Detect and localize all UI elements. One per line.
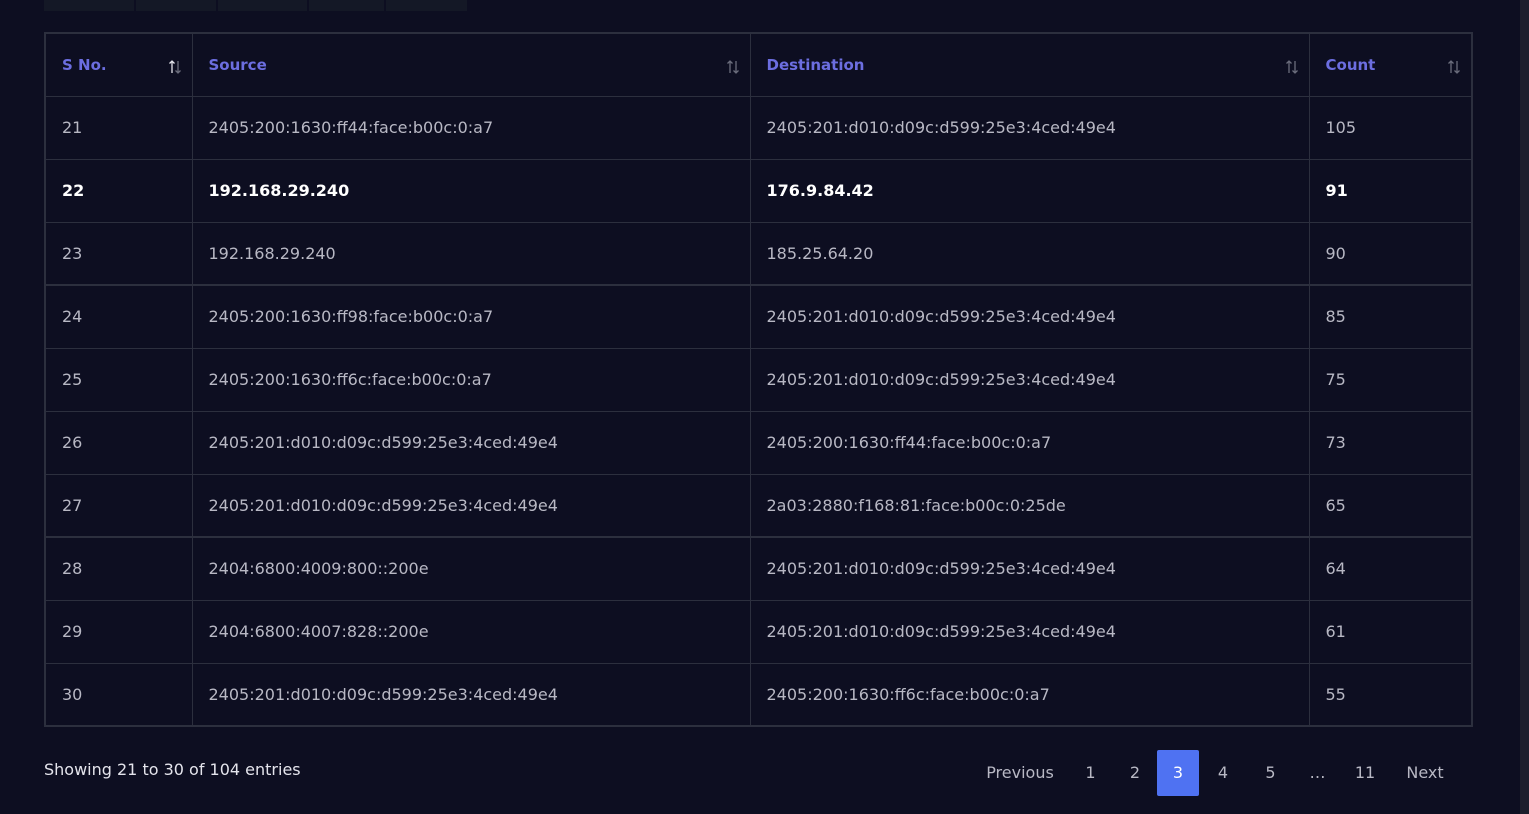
- top-tab[interactable]: [309, 0, 384, 11]
- cell-source: 2405:201:d010:d09c:d599:25e3:4ced:49e4: [191, 662, 751, 727]
- cell-sno: 30: [44, 662, 193, 727]
- cell-count: 105: [1308, 95, 1473, 160]
- cell-sno: 25: [44, 347, 193, 412]
- page: S No. Source Destination Count 21 2405:2…: [0, 0, 1529, 814]
- cell-destination: 2405:201:d010:d09c:d599:25e3:4ced:49e4: [749, 536, 1310, 601]
- cell-source: 2405:200:1630:ff44:face:b00c:0:a7: [191, 95, 751, 160]
- column-header-label: S No.: [62, 55, 107, 74]
- cell-destination: 2a03:2880:f168:81:face:b00c:0:25de: [749, 473, 1310, 538]
- top-tab[interactable]: [44, 0, 134, 11]
- column-header-sno[interactable]: S No.: [44, 32, 193, 97]
- cell-source: 2404:6800:4009:800::200e: [191, 536, 751, 601]
- cell-source: 2405:201:d010:d09c:d599:25e3:4ced:49e4: [191, 473, 751, 538]
- page-button-1[interactable]: 1: [1068, 750, 1113, 796]
- cell-count: 91: [1308, 158, 1473, 223]
- cell-count: 64: [1308, 536, 1473, 601]
- cell-sno: 24: [44, 284, 193, 349]
- cell-sno: 26: [44, 410, 193, 475]
- cell-destination: 2405:200:1630:ff44:face:b00c:0:a7: [749, 410, 1310, 475]
- pagination: Previous 1 2 3 4 5 … 11 Next: [972, 750, 1461, 796]
- sort-arrows-icon[interactable]: [1284, 59, 1300, 75]
- page-button-5[interactable]: 5: [1247, 750, 1294, 796]
- sort-arrows-icon[interactable]: [1446, 59, 1462, 75]
- cell-source: 2405:201:d010:d09c:d599:25e3:4ced:49e4: [191, 410, 751, 475]
- column-header-count[interactable]: Count: [1308, 32, 1473, 97]
- cell-source: 2405:200:1630:ff98:face:b00c:0:a7: [191, 284, 751, 349]
- connections-table: S No. Source Destination Count 21 2405:2…: [44, 32, 1473, 727]
- page-button-4[interactable]: 4: [1199, 750, 1247, 796]
- table-row[interactable]: 29 2404:6800:4007:828::200e 2405:201:d01…: [44, 599, 1473, 664]
- column-header-label: Count: [1325, 55, 1376, 74]
- cell-count: 85: [1308, 284, 1473, 349]
- cell-sno: 28: [44, 536, 193, 601]
- cell-destination: 2405:201:d010:d09c:d599:25e3:4ced:49e4: [749, 95, 1310, 160]
- sort-arrows-icon[interactable]: [167, 59, 183, 75]
- cell-count: 61: [1308, 599, 1473, 664]
- cell-count: 90: [1308, 221, 1473, 286]
- column-header-destination[interactable]: Destination: [749, 32, 1310, 97]
- cell-source: 2405:200:1630:ff6c:face:b00c:0:a7: [191, 347, 751, 412]
- sort-arrows-icon[interactable]: [725, 59, 741, 75]
- top-tab[interactable]: [218, 0, 307, 11]
- table-row[interactable]: 25 2405:200:1630:ff6c:face:b00c:0:a7 240…: [44, 347, 1473, 412]
- table-row[interactable]: 24 2405:200:1630:ff98:face:b00c:0:a7 240…: [44, 284, 1473, 349]
- table-row[interactable]: 26 2405:201:d010:d09c:d599:25e3:4ced:49e…: [44, 410, 1473, 475]
- column-header-source[interactable]: Source: [191, 32, 751, 97]
- table-header-row: S No. Source Destination Count: [44, 32, 1473, 97]
- cell-sno: 27: [44, 473, 193, 538]
- column-header-label: Source: [208, 55, 267, 74]
- table-row[interactable]: 28 2404:6800:4009:800::200e 2405:201:d01…: [44, 536, 1473, 601]
- previous-page-button[interactable]: Previous: [972, 750, 1068, 796]
- table-row[interactable]: 30 2405:201:d010:d09c:d599:25e3:4ced:49e…: [44, 662, 1473, 727]
- cell-destination: 2405:201:d010:d09c:d599:25e3:4ced:49e4: [749, 599, 1310, 664]
- page-button-2[interactable]: 2: [1113, 750, 1157, 796]
- top-tab[interactable]: [136, 0, 216, 11]
- scrollbar[interactable]: [1520, 0, 1529, 814]
- cell-sno: 21: [44, 95, 193, 160]
- cell-destination: 2405:201:d010:d09c:d599:25e3:4ced:49e4: [749, 347, 1310, 412]
- column-header-label: Destination: [766, 55, 865, 74]
- cell-destination: 2405:201:d010:d09c:d599:25e3:4ced:49e4: [749, 284, 1310, 349]
- cell-sno: 23: [44, 221, 193, 286]
- cell-source: 192.168.29.240: [191, 221, 751, 286]
- table-row[interactable]: 27 2405:201:d010:d09c:d599:25e3:4ced:49e…: [44, 473, 1473, 538]
- cell-count: 73: [1308, 410, 1473, 475]
- page-button-3-active[interactable]: 3: [1157, 750, 1199, 796]
- table-row[interactable]: 22 192.168.29.240 176.9.84.42 91: [44, 158, 1473, 223]
- cell-sno: 22: [44, 158, 193, 223]
- table-row[interactable]: 21 2405:200:1630:ff44:face:b00c:0:a7 240…: [44, 95, 1473, 160]
- page-button-11[interactable]: 11: [1341, 750, 1389, 796]
- cell-source: 2404:6800:4007:828::200e: [191, 599, 751, 664]
- cell-source: 192.168.29.240: [191, 158, 751, 223]
- entries-info: Showing 21 to 30 of 104 entries: [44, 760, 301, 779]
- top-tab[interactable]: [386, 0, 467, 11]
- cell-destination: 176.9.84.42: [749, 158, 1310, 223]
- table-row[interactable]: 23 192.168.29.240 185.25.64.20 90: [44, 221, 1473, 286]
- next-page-button[interactable]: Next: [1389, 750, 1461, 796]
- top-tab-strip: [44, 0, 467, 11]
- cell-count: 65: [1308, 473, 1473, 538]
- cell-destination: 185.25.64.20: [749, 221, 1310, 286]
- cell-destination: 2405:200:1630:ff6c:face:b00c:0:a7: [749, 662, 1310, 727]
- cell-sno: 29: [44, 599, 193, 664]
- cell-count: 75: [1308, 347, 1473, 412]
- pagination-ellipsis: …: [1309, 763, 1326, 782]
- cell-count: 55: [1308, 662, 1473, 727]
